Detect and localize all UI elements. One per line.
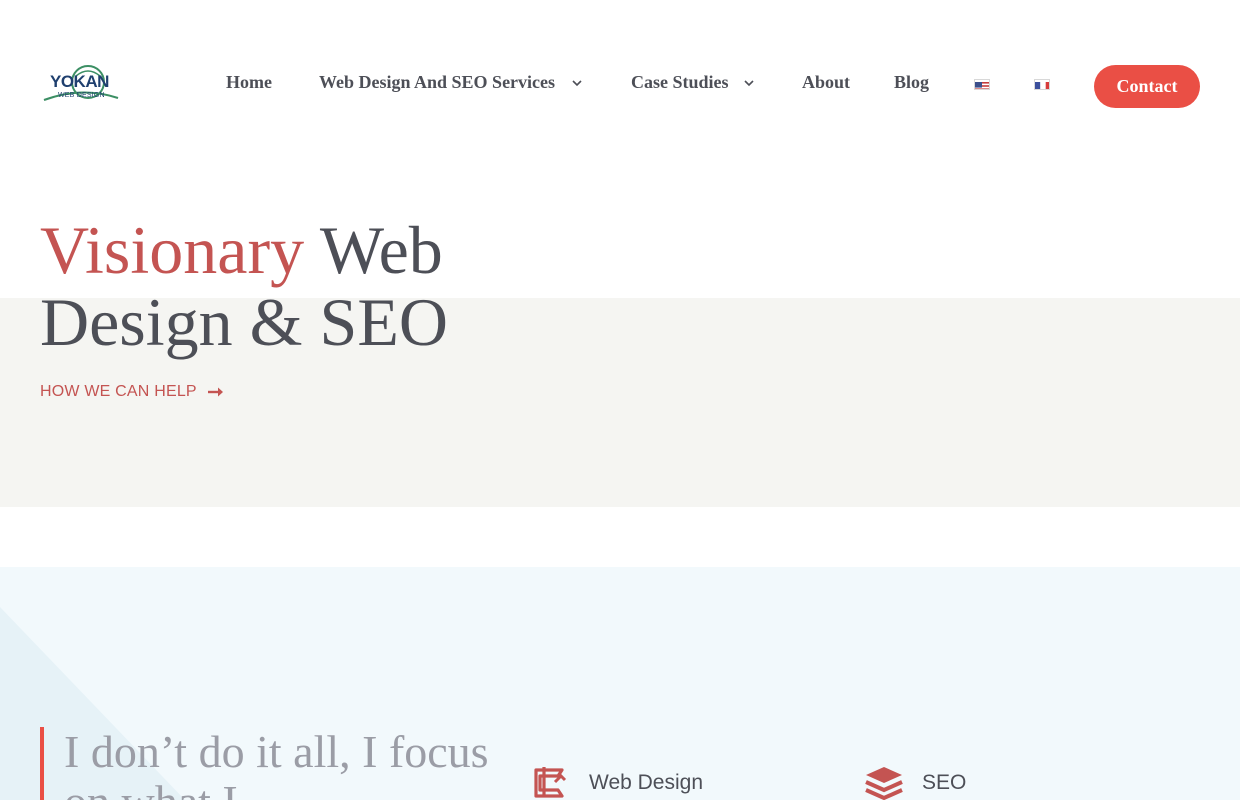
focus-quote: I don’t do it all, I focus on what I [40, 727, 504, 800]
service-label: SEO [922, 771, 967, 794]
nav-item-about[interactable]: About [802, 72, 850, 93]
service-label: Web Design [589, 771, 704, 794]
nav-label: Web Design And SEO Services [319, 72, 556, 92]
logo-subtitle: WEB DESIGN [58, 92, 105, 99]
hero-title-line1-rest: Web [304, 212, 443, 288]
site-logo[interactable]: YOKAN WEB DESIGN [42, 62, 120, 108]
crop-tool-icon [534, 767, 567, 798]
hero-title: Visionary Web Design & SEO [40, 214, 448, 358]
flag-us-icon[interactable] [974, 79, 990, 90]
layers-stack-icon [865, 767, 903, 800]
nav-label: About [802, 72, 851, 92]
arrow-right-icon [207, 387, 223, 397]
contact-button[interactable]: Contact [1094, 65, 1200, 108]
nav-item-services[interactable]: Web Design And SEO Services [319, 72, 585, 93]
nav-label: Blog [894, 72, 930, 92]
nav-item-case-studies[interactable]: Case Studies [631, 72, 757, 93]
logo-wordmark: YOKAN [50, 72, 109, 91]
chevron-down-icon [743, 79, 754, 86]
services-section: I don’t do it all, I focus on what I Web… [0, 567, 1240, 800]
nav-item-home[interactable]: Home [226, 72, 272, 93]
chevron-down-icon [572, 79, 582, 86]
service-seo[interactable]: SEO [864, 765, 966, 800]
nav-item-blog[interactable]: Blog [894, 72, 929, 93]
nav-label: Home [226, 72, 272, 92]
service-web-design[interactable]: Web Design [533, 765, 703, 800]
site-header: YOKAN WEB DESIGN Home Web Design And SEO… [0, 0, 1240, 170]
nav-label: Case Studies [631, 72, 729, 92]
hero-title-accent: Visionary [40, 212, 305, 288]
hero-title-line2: Design & SEO [40, 284, 448, 360]
cta-label: HOW WE CAN HELP [40, 383, 197, 400]
quote-text: I don’t do it all, I focus on what I [64, 726, 489, 800]
flag-fr-icon[interactable] [1034, 79, 1050, 90]
how-we-can-help-link[interactable]: HOW WE CAN HELP [40, 383, 225, 401]
